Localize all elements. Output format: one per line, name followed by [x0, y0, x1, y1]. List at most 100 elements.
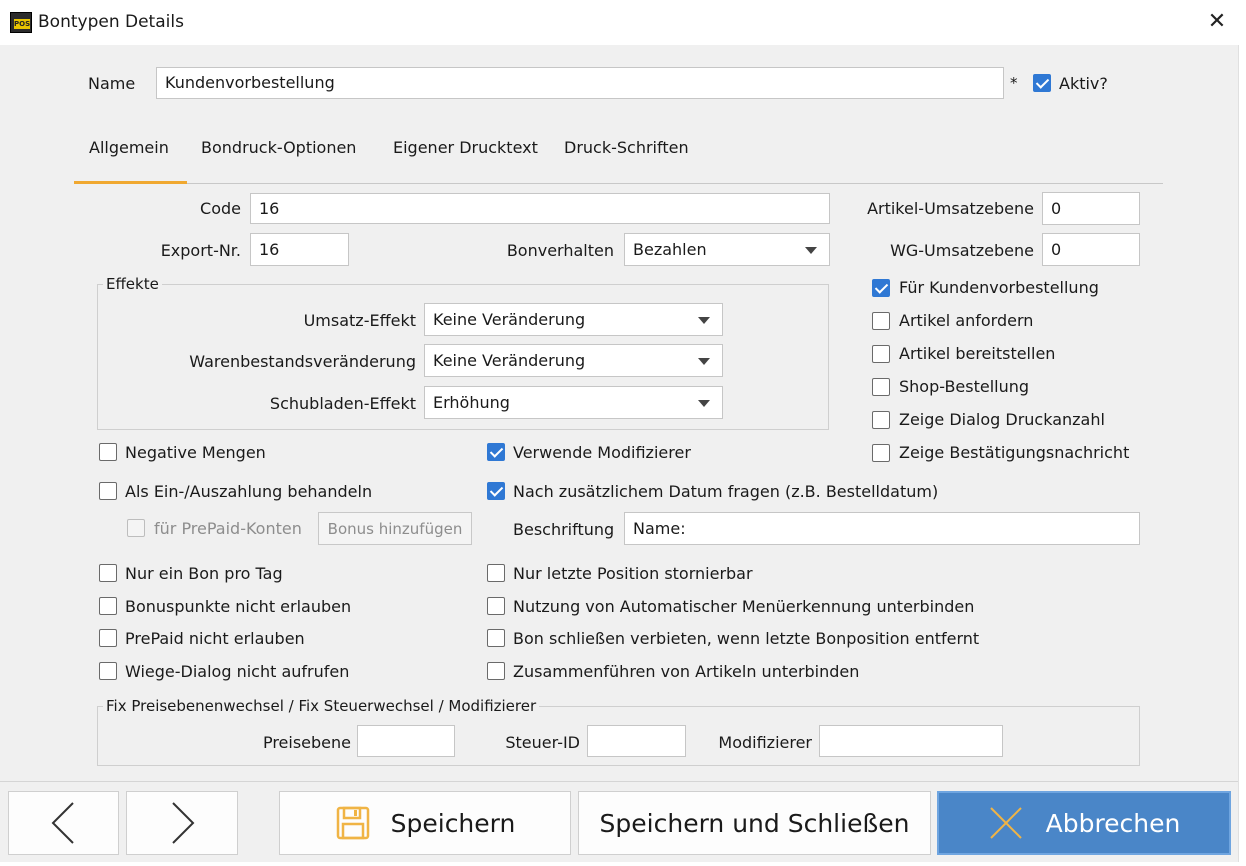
beschriftung-label: Beschriftung [513, 520, 615, 539]
export-label: Export-Nr. [160, 241, 241, 260]
bonuspunkte-checkbox[interactable] [99, 597, 117, 615]
menueerkennung-checkbox[interactable] [487, 597, 505, 615]
artikel-umsatzebene-input[interactable]: 0 [1042, 192, 1140, 225]
umsatz-effekt-label: Umsatz-Effekt [303, 311, 416, 330]
window-title: Bontypen Details [38, 12, 184, 32]
artikel-bereitstellen-checkbox[interactable] [872, 345, 890, 363]
modifizierer-label: Modifizierer [718, 733, 812, 752]
app-badge: POS [14, 19, 31, 29]
preisebene-input[interactable] [357, 725, 455, 757]
app-logo-icon: POS [10, 12, 32, 33]
tab-druck-schriften[interactable]: Druck-Schriften [564, 138, 689, 162]
zusammenfuehren-label: Zusammenführen von Artikeln unterbinden [513, 662, 860, 681]
name-input[interactable]: Kundenvorbestellung [156, 67, 1004, 99]
artikel-anfordern-checkbox[interactable] [872, 312, 890, 330]
cancel-label: Abbrechen [1045, 808, 1181, 838]
warenbestand-value: Keine Veränderung [433, 351, 586, 370]
umsatz-effekt-value: Keine Veränderung [433, 310, 586, 329]
bonverhalten-label: Bonverhalten [506, 241, 614, 260]
prepaid-nicht-erlauben-checkbox[interactable] [99, 629, 117, 647]
artikel-umsatzebene-label: Artikel-Umsatzebene [867, 199, 1034, 218]
nur-ein-bon-label: Nur ein Bon pro Tag [125, 564, 283, 583]
bonverhalten-select[interactable]: Bezahlen [624, 233, 830, 266]
bon-schliessen-verbieten-checkbox[interactable] [487, 629, 505, 647]
active-tab-indicator [74, 181, 187, 184]
preisebene-label: Preisebene [262, 733, 351, 752]
negative-mengen-label: Negative Mengen [125, 443, 266, 462]
schubladen-effekt-value: Erhöhung [433, 393, 510, 412]
modifizierer-input[interactable] [819, 725, 1003, 757]
nur-ein-bon-checkbox[interactable] [99, 564, 117, 582]
shop-bestellung-checkbox[interactable] [872, 378, 890, 396]
chevron-down-icon [698, 357, 710, 365]
ein-auszahlung-label: Als Ein-/Auszahlung behandeln [125, 482, 373, 501]
window-edge [1238, 45, 1246, 866]
shop-bestellung-label: Shop-Bestellung [899, 377, 1030, 396]
code-label: Code [200, 199, 241, 218]
zusaetzliches-datum-checkbox[interactable] [487, 482, 505, 500]
bon-schliessen-verbieten-label: Bon schließen verbieten, wenn letzte Bon… [513, 629, 980, 648]
active-label: Aktiv? [1059, 74, 1108, 93]
umsatz-effekt-select[interactable]: Keine Veränderung [424, 303, 723, 336]
footer-divider [0, 781, 1246, 782]
warenbestand-label: Warenbestandsveränderung [189, 352, 416, 371]
next-button[interactable] [126, 791, 238, 855]
schubladen-effekt-select[interactable]: Erhöhung [424, 386, 723, 419]
required-marker: * [1010, 74, 1018, 92]
tab-divider [74, 183, 1163, 184]
bonverhalten-value: Bezahlen [633, 240, 707, 259]
nur-letzte-position-label: Nur letzte Position stornierbar [513, 564, 753, 583]
effects-title: Effekte [103, 275, 162, 293]
active-checkbox[interactable] [1033, 74, 1051, 92]
prepaid-konten-checkbox[interactable] [127, 519, 145, 537]
steuer-id-label: Steuer-ID [505, 733, 580, 752]
steuer-id-input[interactable] [587, 725, 686, 757]
chevron-down-icon [698, 399, 710, 407]
artikel-anfordern-label: Artikel anfordern [899, 311, 1034, 330]
nur-letzte-position-checkbox[interactable] [487, 564, 505, 582]
ein-auszahlung-checkbox[interactable] [99, 482, 117, 500]
verwende-modifizierer-label: Verwende Modifizierer [513, 443, 691, 462]
tab-eigener-drucktext[interactable]: Eigener Drucktext [393, 138, 538, 162]
title-bar [0, 0, 1246, 45]
floppy-disk-icon [336, 806, 369, 840]
previous-button[interactable] [8, 791, 119, 855]
zeige-dialog-druckanzahl-checkbox[interactable] [872, 411, 890, 429]
beschriftung-input[interactable]: Name: [624, 512, 1140, 545]
code-input[interactable]: 16 [250, 193, 830, 224]
close-icon[interactable]: ✕ [1204, 8, 1230, 36]
zeige-bestaetigung-label: Zeige Bestätigungsnachricht [899, 443, 1130, 462]
wiege-dialog-label: Wiege-Dialog nicht aufrufen [125, 662, 350, 681]
export-input[interactable]: 16 [250, 233, 349, 266]
chevron-right-icon [172, 802, 195, 844]
cancel-button[interactable]: Abbrechen [937, 791, 1231, 855]
fuer-kundenvorbestellung-label: Für Kundenvorbestellung [899, 278, 1099, 297]
negative-mengen-checkbox[interactable] [99, 443, 117, 461]
zusammenfuehren-checkbox[interactable] [487, 662, 505, 680]
verwende-modifizierer-checkbox[interactable] [487, 443, 505, 461]
fuer-kundenvorbestellung-checkbox[interactable] [872, 279, 890, 297]
tab-allgemein[interactable]: Allgemein [89, 138, 169, 162]
tab-bondruck-optionen[interactable]: Bondruck-Optionen [201, 138, 356, 162]
bonus-hinzufuegen-button[interactable]: Bonus hinzufügen [318, 512, 472, 545]
warenbestand-select[interactable]: Keine Veränderung [424, 344, 723, 377]
zeige-dialog-druckanzahl-label: Zeige Dialog Druckanzahl [899, 410, 1105, 429]
schubladen-effekt-label: Schubladen-Effekt [269, 394, 416, 413]
chevron-down-icon [805, 246, 817, 254]
prepaid-nicht-erlauben-label: PrePaid nicht erlauben [125, 629, 305, 648]
fix-title: Fix Preisebenenwechsel / Fix Steuerwechs… [103, 697, 540, 715]
zeige-bestaetigung-checkbox[interactable] [872, 444, 890, 462]
save-and-close-button[interactable]: Speichern und Schließen [578, 791, 931, 855]
bottom-edge [0, 862, 1246, 866]
wiege-dialog-checkbox[interactable] [99, 662, 117, 680]
name-label: Name [88, 74, 136, 93]
artikel-bereitstellen-label: Artikel bereitstellen [899, 344, 1056, 363]
prepaid-konten-label: für PrePaid-Konten [154, 519, 302, 538]
close-icon [989, 807, 1022, 839]
chevron-left-icon [51, 802, 74, 844]
bonuspunkte-label: Bonuspunkte nicht erlauben [125, 597, 352, 616]
wg-umsatzebene-input[interactable]: 0 [1042, 233, 1140, 266]
save-button[interactable]: Speichern [279, 791, 571, 855]
zusaetzliches-datum-label: Nach zusätzlichem Datum fragen (z.B. Bes… [513, 482, 939, 501]
save-label: Speichern [390, 808, 516, 838]
